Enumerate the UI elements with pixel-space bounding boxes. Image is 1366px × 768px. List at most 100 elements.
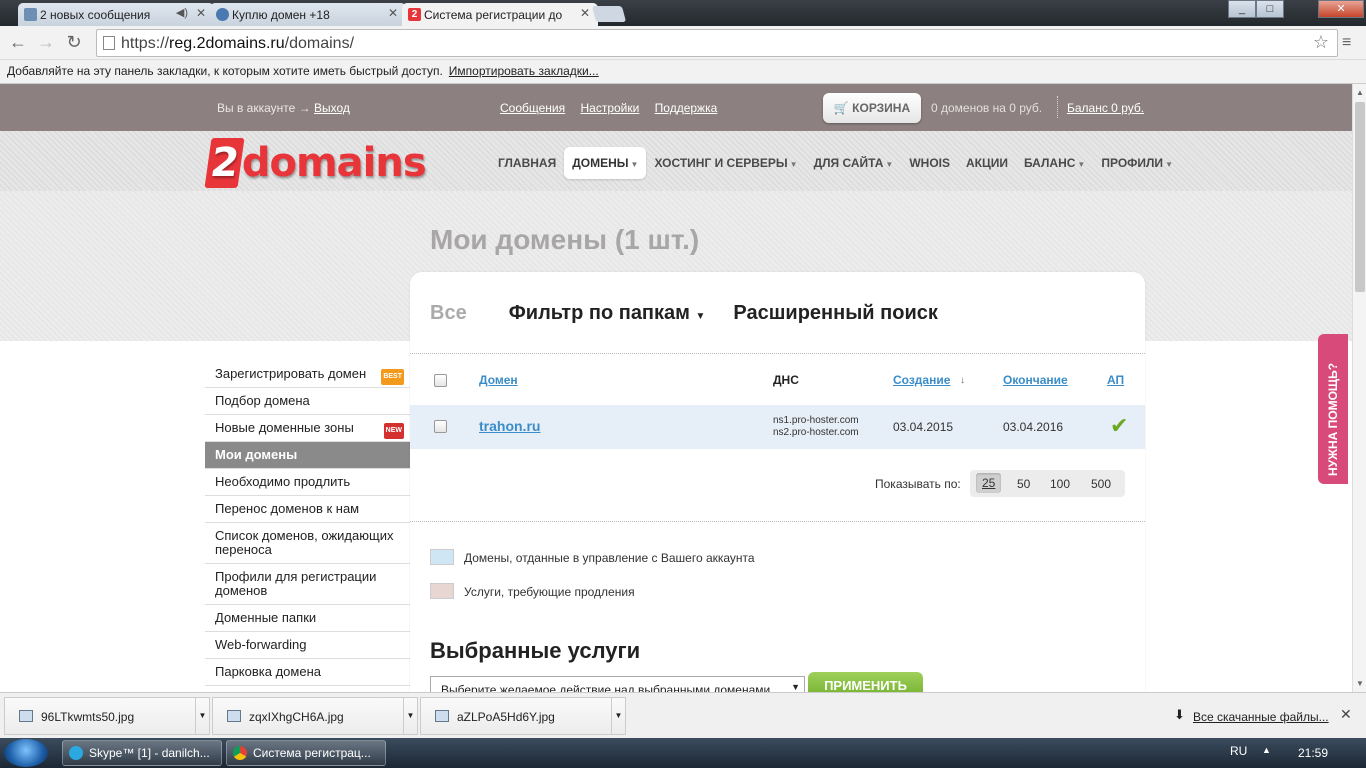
tab-folder-filter[interactable]: Фильтр по папкам ▼ — [509, 302, 706, 325]
page-size-label: Показывать по: — [875, 477, 961, 491]
scroll-down-icon[interactable]: ▼ — [1356, 679, 1364, 688]
nav-label: БАЛАНС — [1024, 156, 1076, 170]
filter-tabs: Все Фильтр по папкам ▼ Расширенный поиск — [430, 302, 938, 325]
all-downloads-link[interactable]: Все скачанные файлы... — [1193, 710, 1329, 724]
2domains-logo[interactable]: 2domains — [204, 138, 427, 188]
tray-expand-icon[interactable]: ▲ — [1262, 745, 1271, 755]
browser-tab-2domains[interactable]: 2 Система регистрации до ✕ — [402, 3, 598, 26]
clock[interactable]: 21:59 — [1298, 746, 1328, 760]
messages-link[interactable]: Сообщения — [500, 101, 565, 115]
sidebar-item-domain-search[interactable]: Подбор домена — [205, 388, 410, 415]
sidebar-item-register[interactable]: Зарегистрировать домен BEST — [205, 361, 410, 388]
nav-item-hosting[interactable]: ХОСТИНГ И СЕРВЕРЫ ▼ — [646, 147, 805, 179]
balance-link[interactable]: Баланс 0 руб. — [1067, 101, 1144, 115]
bulk-action-select[interactable]: Выберите желаемое действие над выбранным… — [430, 676, 805, 692]
page-size-25[interactable]: 25 — [976, 473, 1002, 493]
maximize-button[interactable]: □ — [1256, 0, 1284, 18]
windows-taskbar: Skype™ [1] - danilch... Система регистра… — [0, 738, 1366, 768]
language-indicator[interactable]: RU — [1230, 744, 1247, 758]
browser-tab-forum[interactable]: Куплю домен +18 ✕ — [210, 3, 406, 26]
settings-link[interactable]: Настройки — [580, 101, 639, 115]
scroll-up-icon[interactable]: ▲ — [1356, 88, 1364, 97]
sidebar-item-label: Профили для регистрации доменов — [215, 569, 377, 598]
window-close-button[interactable]: ✕ — [1318, 0, 1364, 18]
nav-item-profiles[interactable]: ПРОФИЛИ ▼ — [1093, 147, 1181, 179]
page-size-100[interactable]: 100 — [1050, 477, 1070, 491]
domain-link[interactable]: trahon.ru — [479, 418, 540, 434]
taskbar-item-label: Система регистрац... — [253, 746, 371, 760]
new-tab-button[interactable] — [591, 6, 627, 22]
column-expires[interactable]: Окончание — [1003, 373, 1068, 387]
nav-label: ДЛЯ САЙТА — [813, 156, 884, 170]
import-bookmarks-link[interactable]: Импортировать закладки... — [449, 64, 599, 78]
new-badge: NEW — [383, 423, 404, 439]
sidebar-item-parking[interactable]: Парковка домена — [205, 659, 410, 686]
nav-item-domains[interactable]: ДОМЕНЫ ▼ — [564, 147, 647, 179]
sidebar-item-folders[interactable]: Доменные папки — [205, 605, 410, 632]
download-item[interactable]: aZLPoA5Hd6Y.jpg ▼ — [420, 697, 626, 735]
download-item[interactable]: 96LTkwmts50.jpg ▼ — [4, 697, 210, 735]
logo-text: domains — [241, 140, 427, 186]
page-size-500[interactable]: 500 — [1091, 477, 1111, 491]
taskbar-item-chrome[interactable]: Система регистрац... — [226, 740, 386, 766]
sidebar-item-label: Список доменов, ожидающих переноса — [215, 528, 394, 557]
taskbar-item-label: Skype™ [1] - danilch... — [89, 746, 210, 760]
support-link[interactable]: Поддержка — [655, 101, 718, 115]
chevron-down-icon[interactable]: ▼ — [611, 698, 625, 734]
close-icon[interactable]: ✕ — [196, 6, 206, 20]
image-file-icon — [19, 710, 33, 722]
page-title: Мои домены (1 шт.) — [430, 224, 700, 255]
reload-icon[interactable]: ↻ — [64, 33, 84, 53]
sidebar-item-transfer[interactable]: Перенос доменов к нам — [205, 496, 410, 523]
skype-icon — [69, 746, 83, 760]
page-scrollbar[interactable]: ▲ ▼ — [1352, 84, 1366, 692]
close-icon[interactable]: ✕ — [580, 6, 590, 20]
minimize-button[interactable]: _ — [1228, 0, 1256, 18]
nav-item-for-site[interactable]: ДЛЯ САЙТА ▼ — [806, 147, 902, 179]
select-all-checkbox[interactable] — [434, 374, 447, 387]
column-created[interactable]: Создание — [893, 373, 950, 387]
sidebar-item-new-zones[interactable]: Новые доменные зоны NEW — [205, 415, 410, 442]
nav-item-balance[interactable]: БАЛАНС ▼ — [1016, 147, 1093, 179]
forward-icon[interactable]: → — [36, 33, 56, 53]
row-checkbox[interactable] — [434, 420, 447, 433]
sidebar-item-my-domains[interactable]: Мои домены — [205, 442, 410, 469]
chevron-down-icon[interactable]: ▼ — [195, 698, 209, 734]
created-date: 03.04.2015 — [893, 420, 954, 434]
chevron-down-icon: ▼ — [1077, 160, 1086, 169]
help-tab[interactable]: НУЖНА ПОМОЩЬ? — [1318, 334, 1348, 484]
account-topbar: Вы в аккаунте → Выход Сообщения Настройк… — [0, 84, 1352, 131]
column-domain[interactable]: Домен — [479, 373, 518, 387]
sidebar-item-renew[interactable]: Необходимо продлить — [205, 469, 410, 496]
bookmark-star-icon[interactable]: ☆ — [1313, 32, 1329, 53]
nav-item-promo[interactable]: АКЦИИ — [958, 147, 1016, 179]
chevron-down-icon: ▼ — [695, 311, 706, 322]
start-button[interactable] — [4, 739, 48, 767]
taskbar-item-skype[interactable]: Skype™ [1] - danilch... — [62, 740, 222, 766]
nav-item-home[interactable]: ГЛАВНАЯ — [490, 147, 564, 179]
cart-button[interactable]: 🛒 КОРЗИНА — [823, 93, 921, 123]
logout-link[interactable]: Выход — [314, 101, 350, 115]
column-autorenew[interactable]: АП — [1107, 373, 1124, 387]
sidebar-item-profiles[interactable]: Профили для регистрации доменов — [205, 564, 410, 605]
sidebar-item-web-forwarding[interactable]: Web-forwarding — [205, 632, 410, 659]
browser-tab-messages[interactable]: 2 новых сообщения ◀) ✕ — [18, 3, 214, 26]
download-filename: zqxIXhgCH6A.jpg — [249, 710, 344, 724]
page-size-50[interactable]: 50 — [1017, 477, 1030, 491]
chevron-down-icon[interactable]: ▼ — [403, 698, 417, 734]
sidebar-item-pending-transfer[interactable]: Список доменов, ожидающих переноса — [205, 523, 410, 564]
address-bar[interactable]: https://reg.2domains.ru/domains/ ☆ — [96, 29, 1338, 57]
nav-item-whois[interactable]: WHOIS — [901, 147, 958, 179]
download-filename: 96LTkwmts50.jpg — [41, 710, 135, 724]
download-item[interactable]: zqxIXhgCH6A.jpg ▼ — [212, 697, 418, 735]
scroll-thumb[interactable] — [1355, 102, 1365, 292]
menu-icon[interactable]: ≡ — [1342, 34, 1351, 52]
apply-button[interactable]: ПРИМЕНИТЬ — [808, 672, 923, 692]
tab-advanced-search[interactable]: Расширенный поиск — [733, 302, 937, 325]
account-status: Вы в аккаунте → Выход — [217, 101, 350, 115]
download-filename: aZLPoA5Hd6Y.jpg — [457, 710, 555, 724]
close-icon[interactable]: ✕ — [388, 6, 398, 20]
tab-all[interactable]: Все — [430, 302, 467, 325]
back-icon[interactable]: ← — [8, 33, 28, 53]
close-icon[interactable]: ✕ — [1340, 706, 1352, 723]
